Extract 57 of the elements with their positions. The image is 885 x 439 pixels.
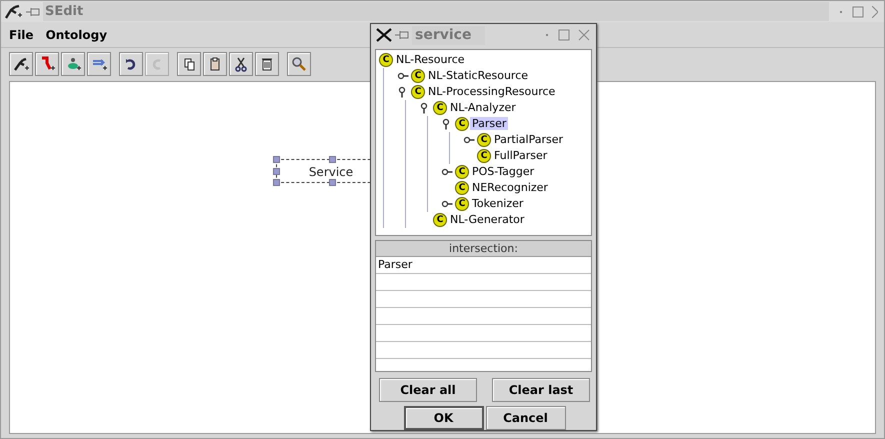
class-badge: C (477, 148, 491, 163)
maximize-icon[interactable] (852, 6, 864, 18)
tree-item[interactable]: POS-Tagger (470, 165, 536, 178)
class-badge: C (455, 164, 469, 179)
tree-item[interactable]: NL-ProcessingResource (426, 85, 558, 98)
class-badge: C (379, 52, 393, 67)
class-badge: C (433, 100, 447, 115)
tree-item[interactable]: NERecognizer (470, 181, 550, 194)
add-node-button[interactable] (9, 52, 33, 76)
dialog-title: service (412, 26, 485, 45)
paste-button[interactable] (203, 52, 227, 76)
arrow-right-button[interactable] (87, 52, 111, 76)
class-badge: C (455, 116, 469, 131)
class-badge: C (455, 180, 469, 195)
trash-button[interactable] (255, 52, 279, 76)
add-shape-button[interactable] (61, 52, 85, 76)
tree-item[interactable]: NL-Analyzer (448, 101, 518, 114)
add-link-icon (39, 56, 55, 72)
dialog-button[interactable]: OK (404, 406, 484, 430)
class-badge: C (455, 196, 469, 211)
tree-item[interactable]: NL-Generator (448, 213, 526, 226)
trash-icon (259, 56, 275, 72)
copy-button[interactable] (177, 52, 201, 76)
app-icon (5, 4, 23, 20)
tree-item[interactable]: Parser (470, 117, 508, 130)
search-button[interactable] (287, 52, 311, 76)
window-title: SEdit (43, 2, 829, 21)
column-header[interactable]: intersection: (376, 240, 591, 257)
class-badge: C (433, 212, 447, 227)
dialog-button[interactable]: Cancel (486, 406, 566, 430)
resize-handle[interactable] (329, 156, 336, 163)
tree-item[interactable]: FullParser (492, 149, 550, 162)
menu-item[interactable]: Ontology (46, 28, 108, 42)
class-badge: C (411, 84, 425, 99)
add-link-button[interactable] (35, 52, 59, 76)
tree-item[interactable]: NL-StaticResource (426, 69, 530, 82)
tree-item[interactable]: PartialParser (492, 133, 565, 146)
tree-item[interactable]: Tokenizer (470, 197, 526, 210)
scissors-button[interactable] (229, 52, 253, 76)
arrow-right-icon (91, 56, 107, 72)
resize-handle[interactable] (329, 179, 336, 186)
menu-item[interactable]: File (9, 28, 34, 42)
undo-button[interactable] (119, 52, 143, 76)
table-cell: Parser (376, 256, 591, 274)
pin-icon[interactable] (395, 30, 409, 40)
x-logo-icon (376, 28, 392, 42)
dialog-button[interactable]: Clear last (492, 378, 590, 402)
scissors-icon (233, 56, 249, 72)
add-node-icon (13, 56, 29, 72)
dialog-button[interactable]: Clear all (379, 378, 477, 402)
class-badge: C (477, 132, 491, 147)
close-icon[interactable] (872, 6, 878, 18)
class-badge: C (411, 68, 425, 83)
add-shape-icon (65, 56, 81, 72)
search-icon (291, 56, 307, 72)
tree-item[interactable]: NL-Resource (394, 53, 467, 66)
pin-icon[interactable] (26, 6, 40, 16)
